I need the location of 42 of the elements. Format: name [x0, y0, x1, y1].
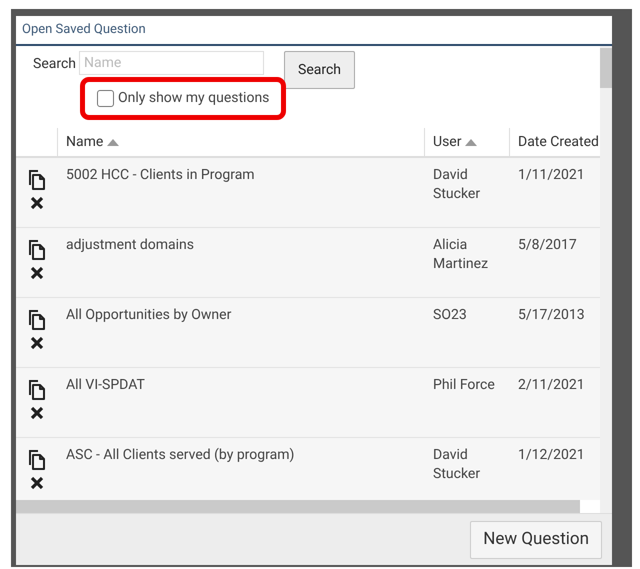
delete-icon[interactable] [30, 406, 44, 420]
column-header[interactable]: Name [58, 128, 425, 156]
table-cell-text: 5/17/2013 [517, 306, 586, 325]
table-cell-text: Phil Force [432, 376, 496, 395]
table-cell-text: David Stucker [432, 166, 482, 204]
table-cell-text: 5/8/2017 [517, 236, 578, 255]
column-header[interactable]: User [425, 128, 510, 156]
column-header[interactable]: Date Created [510, 128, 600, 156]
table-cell-text: 2/11/2021 [517, 376, 586, 395]
new-question-button[interactable]: New Question [470, 520, 602, 558]
search-label: Search [33, 55, 76, 74]
delete-icon[interactable] [30, 476, 44, 490]
table-cell-text: David Stucker [432, 446, 482, 484]
search-field[interactable]: Name [79, 51, 264, 75]
table-cell-text: All Opportunities by Owner [65, 306, 232, 325]
table-cell-text: ASC - All Clients served (by program) [65, 446, 296, 465]
table-cell-text: SO23 [432, 306, 468, 325]
table-row[interactable]: 5002 HCC - Clients in Program David Stucker 1/11/2021 [16, 158, 600, 228]
checkbox[interactable] [97, 90, 114, 107]
table-cell-text: 1/12/2021 [517, 446, 586, 465]
dialog-title: Open Saved Question [22, 21, 146, 40]
table-row[interactable]: adjustment domains Alicia Martinez 5/8/2017 [16, 228, 600, 298]
table-cell-text: 1/11/2021 [517, 166, 586, 185]
table-row[interactable]: ASC - All Clients served (by program) David Stucker 1/12/2021 [16, 438, 600, 500]
table-row[interactable]: All VI-SPDAT Phil Force 2/11/2021 [16, 368, 600, 438]
copy-icon[interactable] [28, 170, 46, 190]
horizontal-scrollbar[interactable] [16, 500, 580, 513]
copy-icon[interactable] [28, 310, 46, 330]
delete-icon[interactable] [30, 336, 44, 350]
copy-icon[interactable] [28, 240, 46, 260]
table-cell-text: 5002 HCC - Clients in Program [65, 166, 256, 185]
delete-icon[interactable] [30, 266, 44, 280]
table-cell-text: All VI-SPDAT [65, 376, 146, 395]
table-cell-text: adjustment domains [65, 236, 196, 255]
checkbox-label[interactable]: Only show my questions [118, 88, 270, 109]
table-cell-text: Alicia Martinez [432, 236, 490, 274]
copy-icon[interactable] [28, 380, 46, 400]
search-button[interactable]: Search [284, 51, 356, 89]
table-row[interactable]: All Opportunities by Owner SO23 5/17/2013 [16, 298, 600, 368]
delete-icon[interactable] [30, 196, 44, 210]
copy-icon[interactable] [28, 450, 46, 470]
vertical-scrollbar[interactable] [600, 46, 612, 513]
